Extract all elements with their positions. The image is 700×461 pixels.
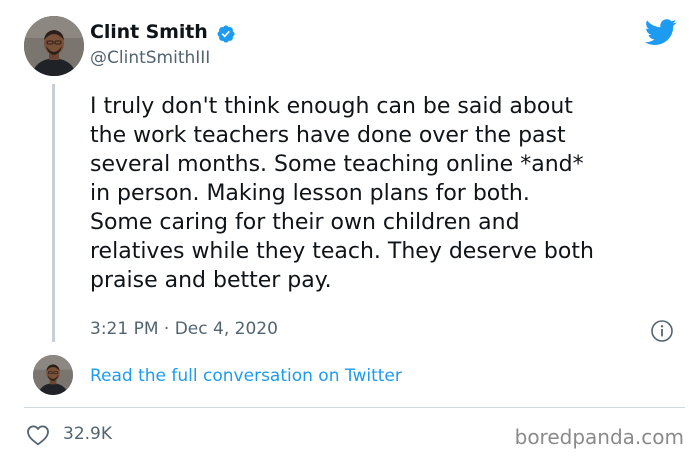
- watermark: boredpanda.com: [514, 425, 684, 449]
- verified-badge-icon: [217, 25, 235, 43]
- heart-icon[interactable]: [26, 424, 50, 446]
- thread-connector-line: [52, 84, 55, 342]
- twitter-bird-icon[interactable]: [645, 19, 677, 46]
- info-icon[interactable]: [650, 319, 674, 343]
- author-avatar[interactable]: [24, 16, 84, 76]
- like-count[interactable]: 32.9K: [63, 424, 112, 444]
- divider: [24, 407, 685, 408]
- author-name[interactable]: Clint Smith: [90, 21, 208, 43]
- read-conversation-link[interactable]: Read the full conversation on Twitter: [90, 366, 402, 386]
- tweet-timestamp[interactable]: 3:21 PM · Dec 4, 2020: [90, 319, 278, 339]
- author-handle[interactable]: @ClintSmithIII: [90, 48, 210, 68]
- tweet-text: I truly don't think enough can be said a…: [90, 94, 594, 293]
- conversation-avatar[interactable]: [33, 355, 73, 395]
